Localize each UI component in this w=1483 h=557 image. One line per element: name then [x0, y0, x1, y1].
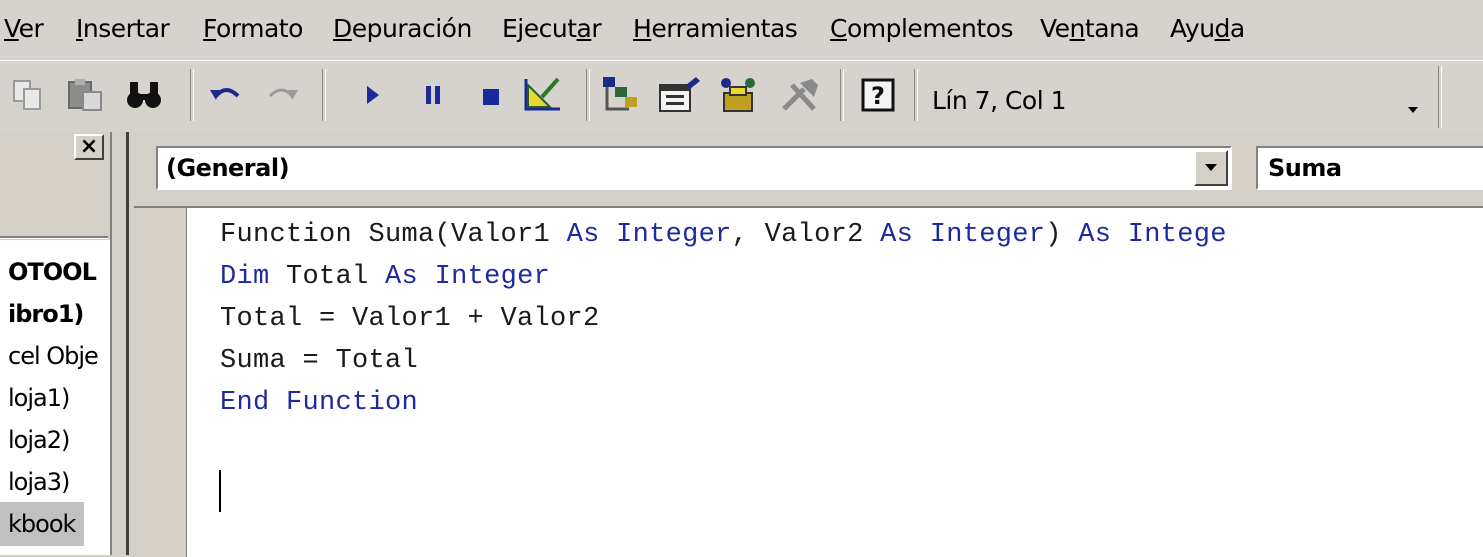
design-mode-icon[interactable] [518, 75, 566, 115]
object-dropdown-value: (General) [166, 154, 290, 182]
undo-icon[interactable] [206, 75, 246, 115]
paste-icon[interactable] [62, 75, 108, 115]
procedure-dropdown[interactable]: Suma [1256, 146, 1483, 190]
code-line: Total = Valor1 + Valor2 [220, 304, 600, 334]
chevron-down-icon[interactable] [1194, 150, 1228, 186]
close-icon[interactable]: × [74, 134, 104, 160]
code-keyword: As [566, 220, 600, 250]
code-keyword: As [880, 220, 914, 250]
svg-text:?: ? [871, 82, 885, 110]
code-text: Total [269, 262, 386, 292]
code-keyword: Integer [434, 262, 551, 292]
code-keyword: Integer [929, 220, 1046, 250]
properties-icon[interactable] [654, 75, 704, 115]
code-text: Function Suma(Valor1 [220, 220, 567, 250]
code-line: Function Suma(Valor1 As Integer, Valor2 … [220, 220, 1227, 250]
menu-ayuda[interactable]: Ayuda [1170, 14, 1245, 43]
code-text: , Valor2 [731, 220, 881, 250]
code-keyword: As [1078, 220, 1112, 250]
menu-insertar[interactable]: Insertar [76, 14, 170, 43]
code-line: End Function [220, 388, 418, 418]
tree-item[interactable]: loja3) [8, 468, 70, 496]
tree-item[interactable]: loja2) [8, 426, 70, 454]
code-keyword: End Function [220, 388, 419, 418]
code-keyword: Intege [1127, 220, 1227, 250]
code-keyword: Dim [220, 262, 270, 292]
redo-icon[interactable] [262, 75, 302, 115]
standard-toolbar: ? [0, 60, 1483, 133]
find-icon[interactable] [122, 75, 166, 115]
object-browser-icon[interactable] [714, 75, 764, 115]
code-keyword: As [385, 262, 419, 292]
menu-formato[interactable]: Formato [203, 14, 303, 43]
pause-icon[interactable] [418, 75, 448, 115]
code-text: Total = Valor1 + Valor2 [220, 304, 600, 334]
procedure-dropdown-value: Suma [1268, 154, 1342, 182]
tree-item[interactable]: ibro1) [8, 300, 84, 328]
object-dropdown[interactable]: (General) [156, 146, 1232, 190]
menu-herramientas[interactable]: Herramientas [633, 14, 798, 43]
menu-depuracion[interactable]: Depuración [333, 14, 472, 43]
run-icon[interactable] [358, 75, 388, 115]
tree-item[interactable]: kbook [8, 510, 76, 538]
code-line: Suma = Total [220, 346, 418, 376]
tree-item[interactable]: cel Obje [8, 342, 99, 370]
tree-item[interactable]: loja1) [8, 384, 70, 412]
cursor-position-label: Lín 7, Col 1 [932, 86, 1067, 115]
code-keyword: Integer [616, 220, 732, 250]
toolbar-options-dropdown-icon[interactable] [1406, 100, 1420, 119]
copy-icon[interactable] [8, 75, 48, 115]
toolbox-icon[interactable] [776, 75, 826, 115]
code-margin-indicator-bar[interactable] [134, 206, 187, 557]
text-caret [219, 470, 221, 512]
code-editor[interactable]: Function Suma(Valor1 As Integer, Valor2 … [187, 206, 1483, 557]
code-line: Dim Total As Integer [220, 262, 550, 292]
code-text: Suma = Total [220, 346, 419, 376]
project-tree: OTOOL ibro1) cel Obje loja1) loja2) loja… [0, 240, 110, 555]
code-text: ) [1045, 220, 1079, 250]
project-explorer-icon[interactable] [598, 75, 644, 115]
menu-ejecutar[interactable]: Ejecutar [502, 14, 602, 43]
menu-ver[interactable]: Ver [4, 14, 44, 43]
menu-complementos[interactable]: Complementos [830, 14, 1014, 43]
help-icon[interactable]: ? [856, 75, 900, 115]
stop-icon[interactable] [476, 75, 506, 115]
tree-item[interactable]: OTOOL [8, 258, 97, 286]
menu-bar: Ver Insertar Formato Depuración Ejecutar… [0, 0, 1483, 60]
menu-ventana[interactable]: Ventana [1040, 14, 1140, 43]
